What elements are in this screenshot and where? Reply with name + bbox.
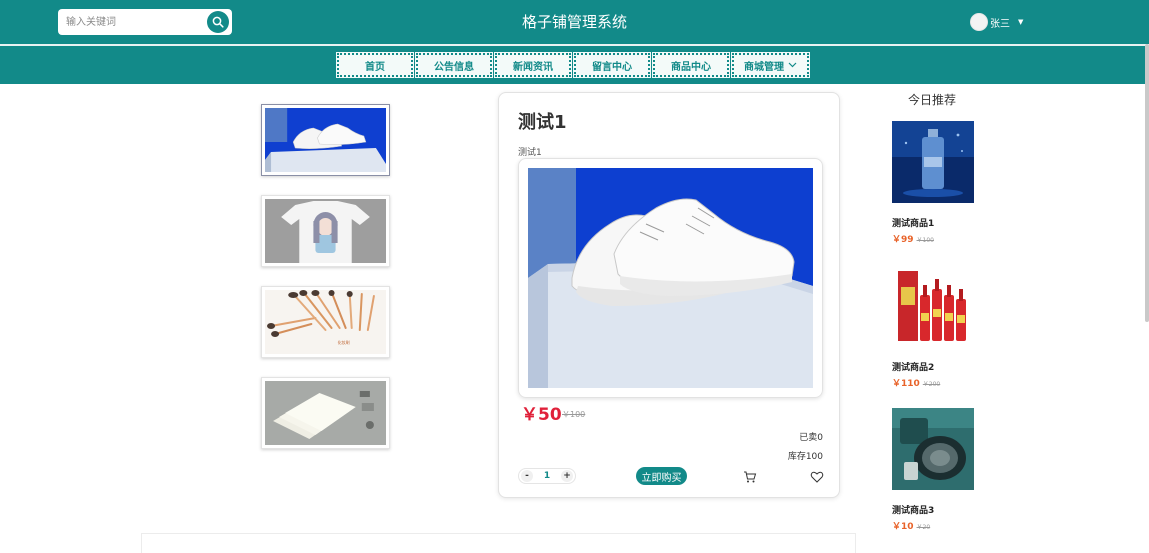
search-input[interactable]	[66, 13, 202, 31]
main-image-frame	[518, 158, 823, 398]
quantity-value[interactable]: 1	[544, 471, 550, 481]
thumbnail-makeup-brushes[interactable]: 化妆刷	[261, 286, 390, 358]
recommend-item-old-price: ￥100	[916, 237, 934, 244]
avatar	[970, 13, 988, 31]
recommend-image-bottle	[892, 121, 974, 203]
recommend-item-price: ￥110	[892, 379, 920, 389]
search-icon	[212, 16, 224, 28]
decrease-button[interactable]: -	[521, 470, 533, 482]
recommend-item[interactable]: 测试商品2 ￥110 ￥200	[892, 265, 1002, 389]
nav-menu: 首页 公告信息 新闻资讯 留言中心 商品中心 商城管理	[336, 52, 812, 78]
recommend-item-name: 测试商品3	[892, 506, 935, 516]
recommend-image-gift-box	[892, 408, 974, 490]
recommend-item-price: ￥99	[892, 235, 914, 245]
product-subtitle: 测试1	[518, 148, 542, 158]
recommend-item-old-price: ￥200	[922, 381, 941, 388]
recommend-price-row: ￥110 ￥200	[892, 376, 1002, 389]
search-button[interactable]	[207, 11, 229, 33]
recommend-item-price: ￥10	[892, 522, 914, 532]
recommend-item[interactable]: 测试商品1 ￥99 ￥100	[892, 121, 1002, 245]
search-box	[58, 9, 232, 35]
page-scrollbar[interactable]	[1145, 44, 1149, 322]
nav-item-news[interactable]: 新闻资讯	[494, 52, 572, 78]
recommend-image-liquor	[892, 265, 974, 347]
recommend-title: 今日推荐	[908, 93, 957, 107]
product-detail-card: 测试1 测试1 ￥50 ￥100 已卖0 库存100 - 1 + 立即购买	[498, 92, 840, 498]
recommend-item-name: 测试商品2	[892, 363, 935, 373]
brushes-thumbnail-image: 化妆刷	[265, 290, 386, 354]
product-name: 测试1	[518, 112, 567, 133]
tshirt-thumbnail-image	[265, 199, 386, 263]
recommend-item-name: 测试商品1	[892, 219, 935, 229]
heart-icon[interactable]	[810, 470, 824, 484]
recommend-price-row: ￥99 ￥100	[892, 232, 1002, 245]
sold-count: 已卖0	[799, 433, 823, 443]
svg-text:化妆刷: 化妆刷	[338, 339, 350, 345]
nav-item-home[interactable]: 首页	[336, 52, 414, 78]
nav-bar: 首页 公告信息 新闻资讯 留言中心 商品中心 商城管理	[0, 44, 1149, 84]
recommend-price-row: ￥10 ￥20	[892, 519, 1002, 532]
product-old-price: ￥100	[562, 410, 586, 419]
increase-button[interactable]: +	[560, 470, 573, 482]
recommend-item[interactable]: 测试商品3 ￥10 ￥20	[892, 408, 1002, 532]
nav-item-mall-management[interactable]: 商城管理	[731, 52, 810, 78]
user-menu[interactable]: 张三 ▼	[970, 13, 1023, 31]
sneakers-thumbnail-image	[265, 108, 386, 172]
nav-item-announcements[interactable]: 公告信息	[415, 52, 493, 78]
notebooks-thumbnail-image	[265, 381, 386, 445]
chevron-down-icon	[788, 62, 797, 68]
stock-count: 库存100	[787, 452, 823, 462]
quantity-stepper: - 1 +	[518, 468, 576, 484]
product-price: ￥50	[521, 405, 562, 425]
details-panel	[141, 533, 856, 553]
recommend-item-old-price: ￥20	[916, 524, 931, 531]
main-product-image	[528, 168, 813, 388]
thumbnail-printed-tshirt[interactable]	[261, 195, 390, 267]
caret-down-icon: ▼	[1018, 18, 1024, 26]
thumbnail-notebooks[interactable]	[261, 377, 390, 449]
cart-icon[interactable]	[743, 470, 757, 484]
buy-now-button[interactable]: 立即购买	[636, 467, 687, 485]
nav-item-messages[interactable]: 留言中心	[573, 52, 651, 78]
nav-item-products[interactable]: 商品中心	[652, 52, 730, 78]
thumbnail-white-sneakers[interactable]	[261, 104, 390, 176]
user-name: 张三	[990, 18, 1010, 30]
top-header: 格子铺管理系统 张三 ▼	[0, 0, 1149, 44]
